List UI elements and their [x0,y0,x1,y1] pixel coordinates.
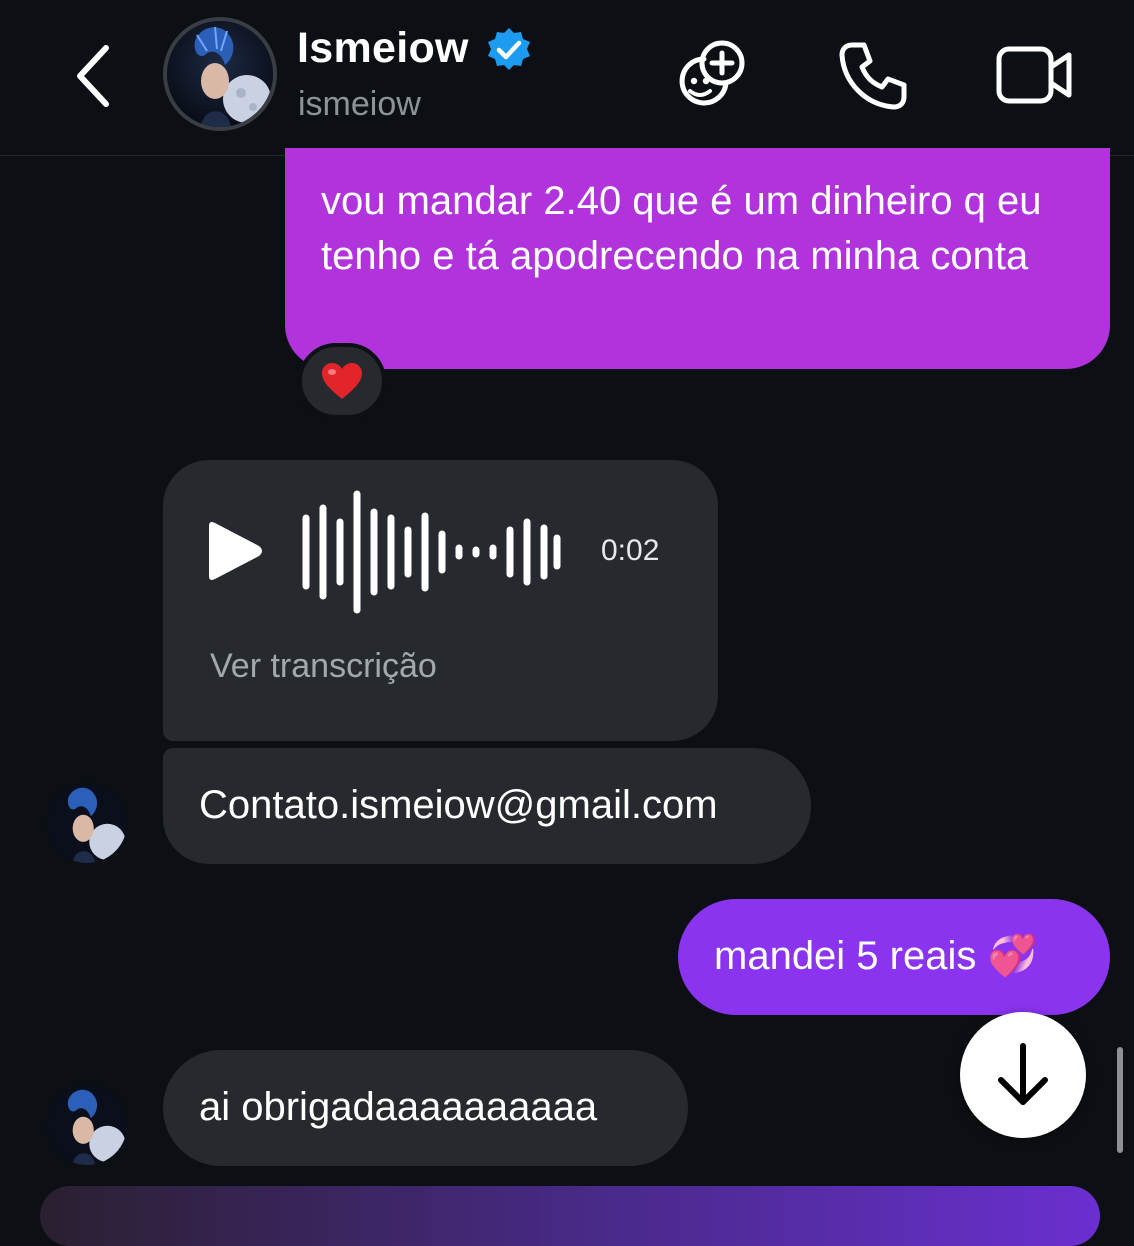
message-text: vou mandar 2.40 que é um dinheiro q eu t… [321,179,1042,278]
contact-avatar[interactable] [47,1085,127,1165]
back-button[interactable] [60,40,124,112]
outgoing-message-bubble[interactable]: mandei 5 reais 💞 [678,899,1110,1015]
voice-message-bubble: 0:02 Ver transcrição [163,460,718,741]
contact-avatar[interactable] [47,783,127,863]
phone-icon [839,42,907,110]
profile-avatar[interactable] [163,17,277,131]
message-text: Contato.ismeiow@gmail.com [199,783,718,827]
incoming-message-bubble[interactable]: Contato.ismeiow@gmail.com [163,748,811,864]
view-transcription-link[interactable]: Ver transcrição [210,647,437,686]
outgoing-message-bubble[interactable]: vou mandar 2.40 que é um dinheiro q eu t… [285,148,1110,369]
play-icon[interactable] [203,520,265,582]
video-call-button[interactable] [995,35,1075,115]
chat-header: Ismeiow ismeiow [0,0,1134,156]
arrow-down-icon [998,1043,1048,1105]
red-heart-icon [322,363,362,399]
message-text: ai obrigadaaaaaaaaaa [199,1085,598,1129]
message-text: mandei 5 reais 💞 [714,934,1038,978]
reaction-badge[interactable] [298,343,386,419]
voice-call-button[interactable] [834,35,914,115]
scrollbar-thumb[interactable] [1117,1047,1123,1153]
contact-username: ismeiow [298,85,421,123]
message-input-bar[interactable] [40,1186,1100,1246]
verified-badge-icon [488,28,530,70]
audio-waveform[interactable] [301,490,561,614]
chevron-left-icon [77,45,109,107]
contact-name[interactable]: Ismeiow [297,24,469,73]
game-invite-icon [679,40,745,106]
game-invite-button[interactable] [670,35,750,115]
video-camera-icon [996,46,1072,104]
scroll-to-bottom-button[interactable] [960,1012,1086,1138]
incoming-message-bubble[interactable]: ai obrigadaaaaaaaaaa [163,1050,688,1166]
voice-duration: 0:02 [601,534,660,567]
